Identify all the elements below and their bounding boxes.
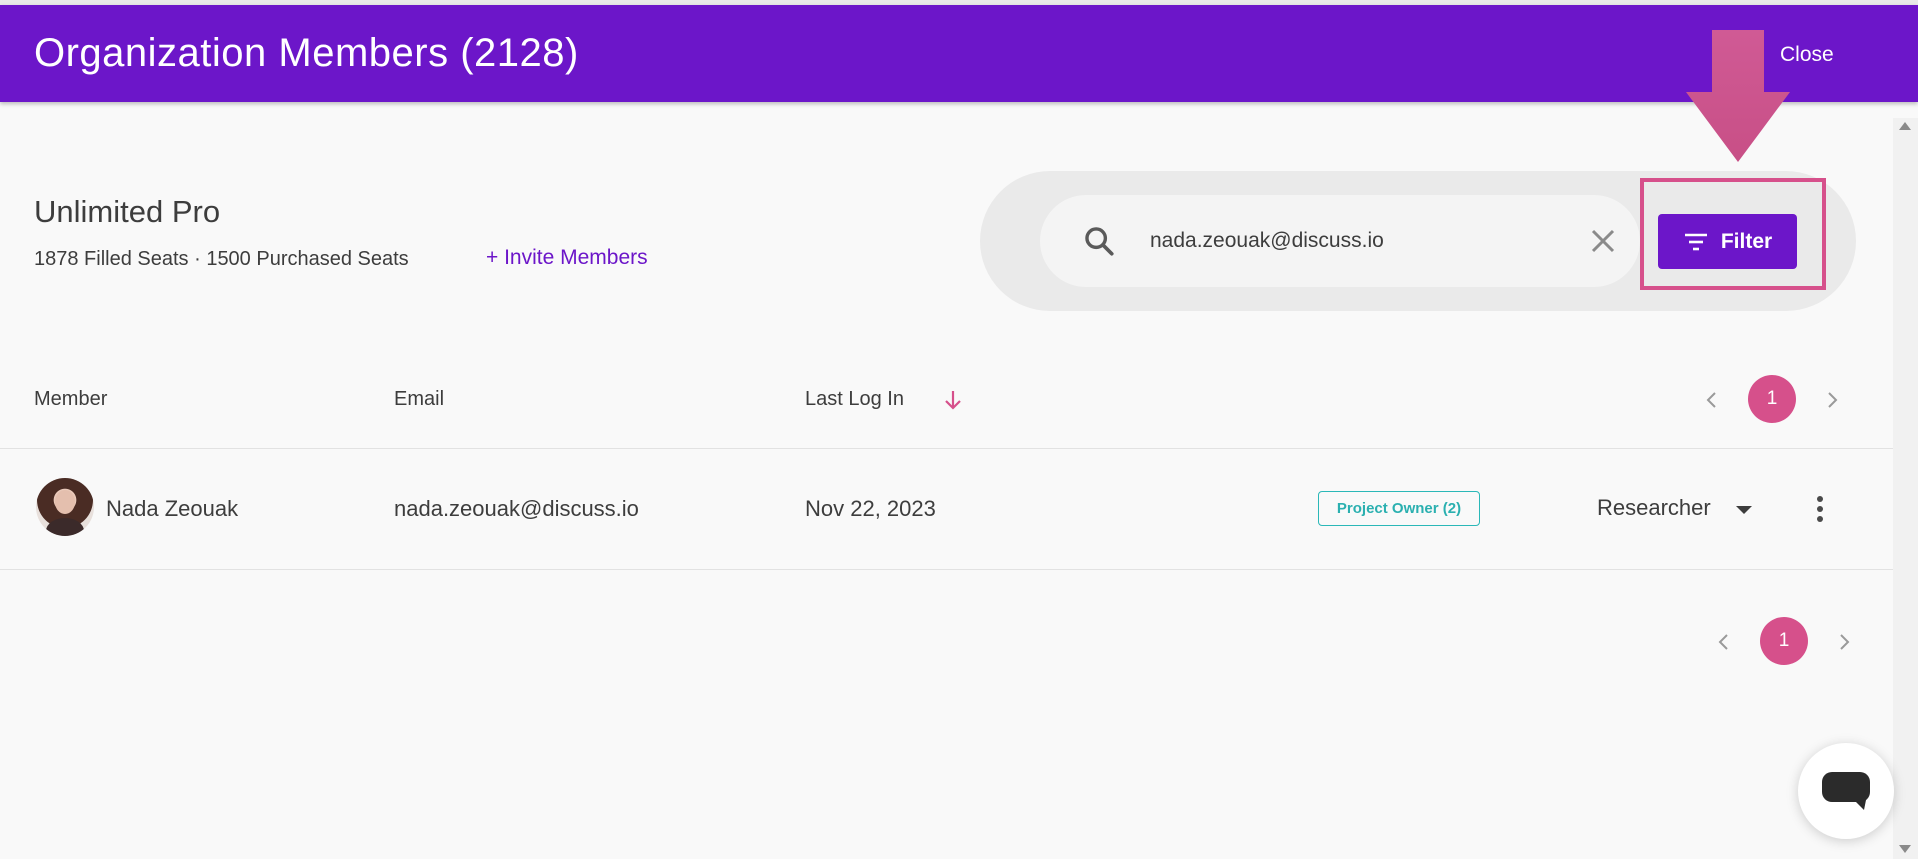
column-header-member[interactable]: Member (34, 388, 107, 411)
table-row-divider (0, 569, 1893, 570)
close-icon[interactable] (1588, 226, 1618, 256)
search-input[interactable] (1148, 225, 1568, 257)
page-number-button[interactable]: 1 (1760, 617, 1808, 665)
modal-header: Organization Members (2128) Close (0, 5, 1918, 102)
plan-name: Unlimited Pro (34, 194, 221, 229)
caret-down-icon[interactable] (1736, 506, 1752, 514)
scroll-down-icon[interactable] (1899, 845, 1911, 853)
column-header-last-log-in[interactable]: Last Log In (805, 388, 904, 411)
invite-members-button[interactable]: + Invite Members (486, 246, 648, 270)
pagination-top: 1 (1705, 375, 1838, 425)
member-last-login: Nov 22, 2023 (805, 496, 936, 521)
member-email: nada.zeouak@discuss.io (394, 496, 639, 521)
chevron-right-icon[interactable] (1825, 391, 1839, 409)
chat-icon (1822, 772, 1870, 810)
chevron-left-icon[interactable] (1717, 633, 1731, 651)
member-name: Nada Zeouak (106, 496, 239, 521)
chat-launcher-button[interactable] (1798, 743, 1894, 839)
vertical-scrollbar[interactable] (1893, 118, 1918, 859)
seat-summary: 1878 Filled Seats · 1500 Purchased Seats (34, 248, 409, 270)
annotation-highlight-box (1640, 178, 1826, 290)
column-header-email[interactable]: Email (394, 388, 444, 411)
avatar (36, 478, 94, 536)
more-options-icon[interactable] (1812, 494, 1828, 524)
page-title: Organization Members (2128) (34, 31, 579, 75)
pagination-bottom: 1 (1717, 617, 1850, 667)
arrow-down-icon[interactable] (942, 388, 964, 412)
chevron-left-icon[interactable] (1705, 391, 1719, 409)
role-dropdown[interactable]: Researcher (1597, 495, 1711, 521)
chevron-right-icon[interactable] (1837, 633, 1851, 651)
annotation-arrow-icon (1686, 30, 1790, 162)
scroll-up-icon[interactable] (1899, 122, 1911, 130)
table-header-divider (0, 448, 1893, 449)
project-owner-badge: Project Owner (2) (1318, 491, 1480, 526)
search-icon (1085, 227, 1114, 256)
page-number-button[interactable]: 1 (1748, 375, 1796, 423)
